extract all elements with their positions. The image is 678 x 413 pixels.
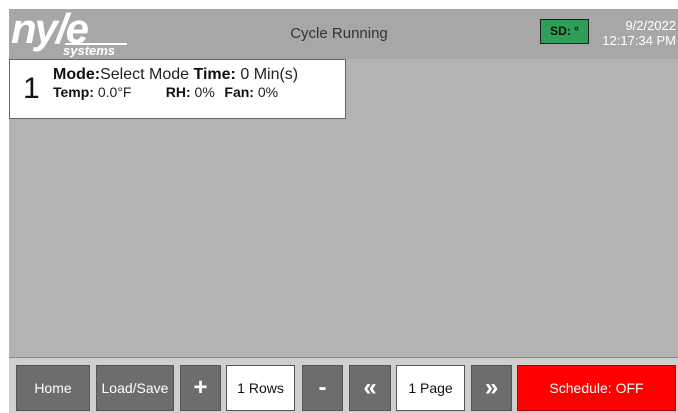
rh-value: 0% [194,84,215,100]
add-row-button[interactable]: + [180,365,221,411]
nyle-logo: ny/e systems [11,6,133,58]
footer-toolbar: Home Load/Save + 1 Rows - « 1 Page » Sch… [9,357,678,413]
fan-label: Fan: [224,84,254,100]
date-text: 9/2/2022 [625,18,676,33]
rows-count-display: 1 Rows [226,365,295,411]
cycle-status-title: Cycle Running [290,25,388,42]
row-line-temp-rh-fan: Temp: 0.0°F RH: 0% Fan: 0% [53,84,278,100]
time-text: 12:17:34 PM [602,33,676,48]
sd-status-badge[interactable]: SD: ° [540,19,589,44]
schedule-toggle-button[interactable]: Schedule: OFF [517,365,676,411]
temp-label: Temp: [53,84,94,100]
page-number-display: 1 Page [396,365,465,411]
logo-subtext: systems [63,43,116,58]
rh-label: RH: [165,84,191,100]
time-label: Time: [193,66,236,83]
fan-value: 0% [257,84,279,100]
hmi-screen: ny/e systems Cycle Running SD: ° 9/2/202… [9,6,678,413]
row-line-mode-time: Mode:Select Mode Time: 0 Min(s) [53,66,298,84]
previous-page-button[interactable]: « [349,365,391,411]
mode-value: Select Mode [100,66,190,83]
schedule-row-1[interactable]: 1 Mode:Select Mode Time: 0 Min(s) Temp: … [9,59,346,119]
remove-row-button[interactable]: - [302,365,343,411]
temp-value: 0.0°F [97,84,132,100]
date-time-display: 9/2/2022 12:17:34 PM [602,18,676,48]
time-value: 0 Min(s) [240,66,299,83]
header-bar: ny/e systems Cycle Running SD: ° 9/2/202… [9,6,678,59]
next-page-button[interactable]: » [471,365,512,411]
home-button[interactable]: Home [16,365,90,411]
row-number: 1 [23,72,40,105]
mode-label: Mode: [53,66,101,83]
load-save-button[interactable]: Load/Save [96,365,174,411]
